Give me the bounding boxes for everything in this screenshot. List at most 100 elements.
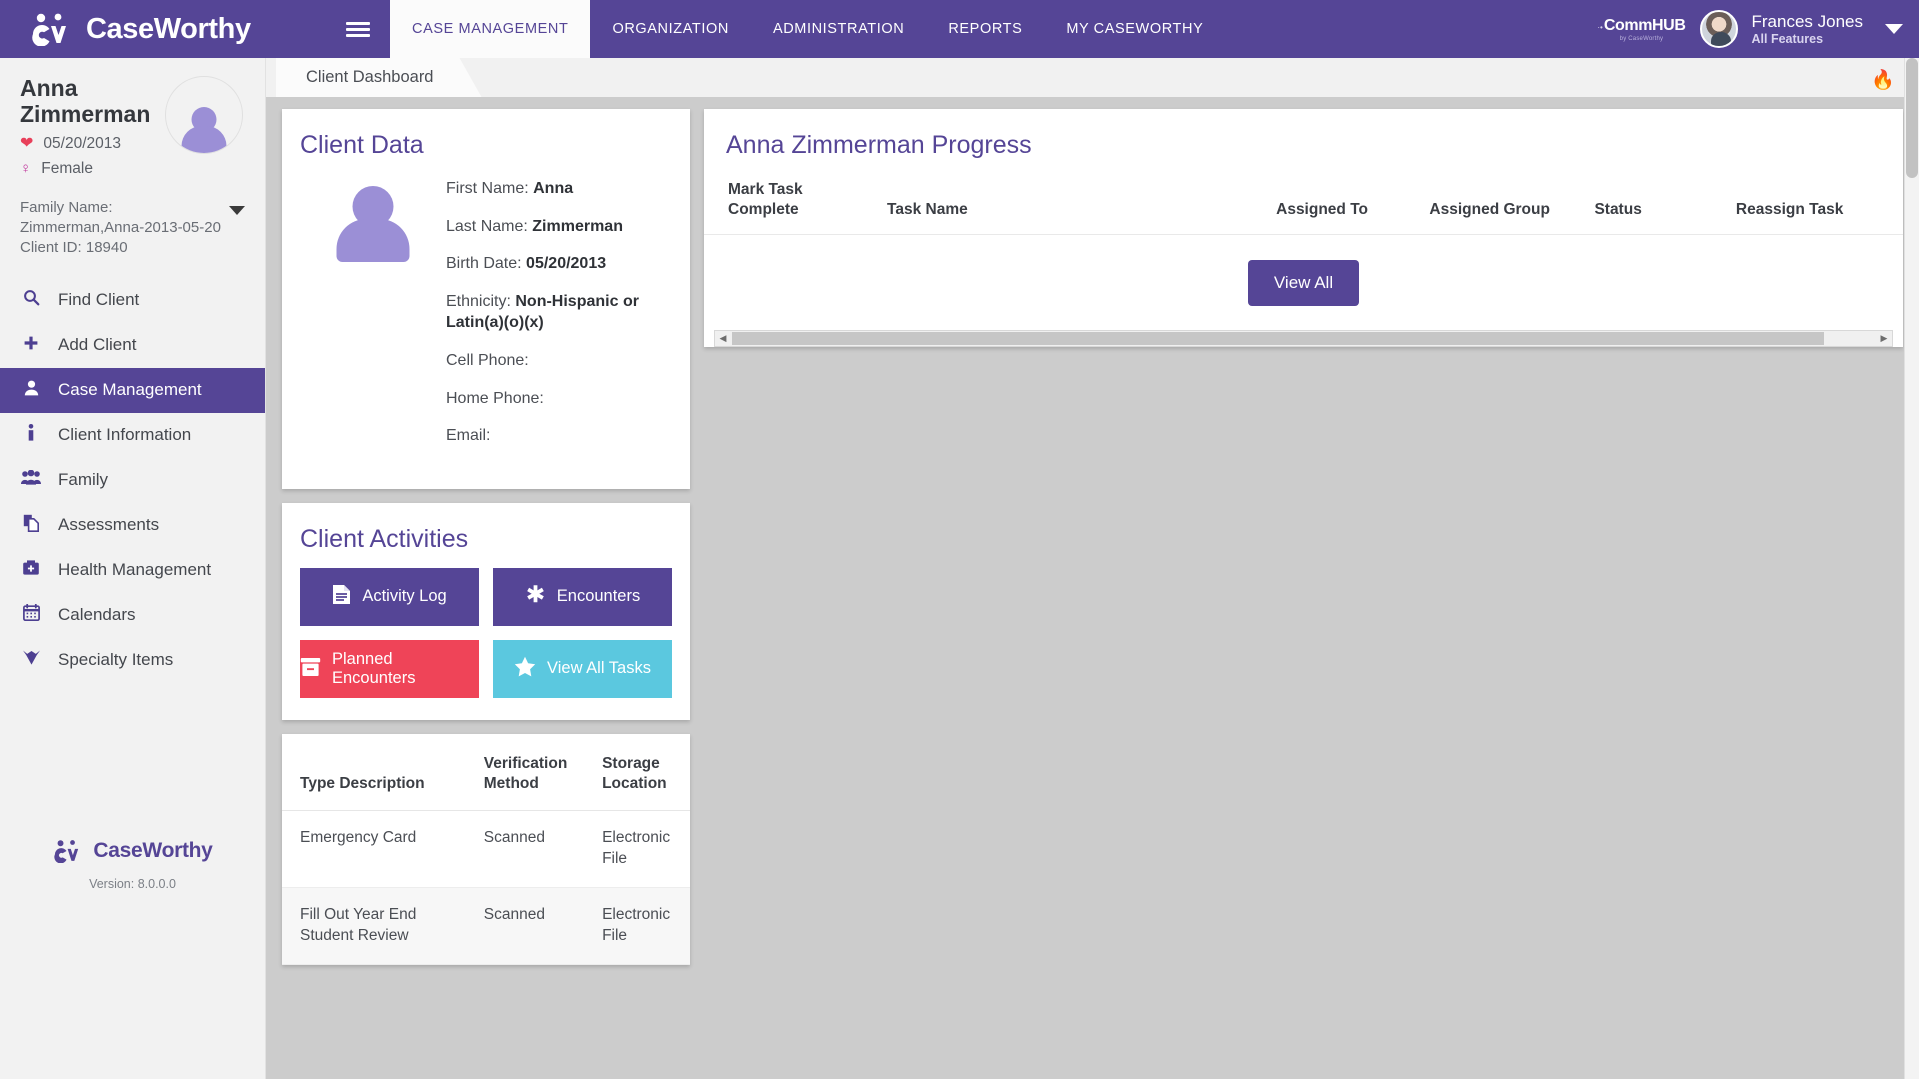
sidebar-footer: CaseWorthy Version: 8.0.0.0 [0,839,265,891]
field-label: Email: [446,427,490,444]
field-label: Home Phone: [446,390,544,407]
sidebar-item-calendars[interactable]: Calendars [0,593,265,638]
flame-icon[interactable]: 🔥 [1871,68,1895,92]
horizontal-scrollbar[interactable]: ◀ ▶ [714,330,1893,347]
family-name-label: Family Name: [20,198,245,218]
documents-table: Type Description Verification Method Sto… [282,734,690,965]
progress-table: Mark Task Complete Task Name Assigned To… [714,166,1893,234]
client-gender: Female [41,160,93,178]
activity-log-label: Activity Log [362,587,446,606]
column-header-type-description[interactable]: Type Description [282,734,474,811]
star-icon [514,656,536,681]
triangle-right-icon[interactable]: ▶ [1876,333,1892,344]
sidebar-item-case-management[interactable]: Case Management [0,368,265,413]
caseworthy-logo-icon [52,839,86,863]
family-name-value: Zimmerman,Anna-2013-05-20 [20,218,245,238]
table-header-row: Type Description Verification Method Sto… [282,734,690,811]
main-nav-tabs: CASE MANAGEMENT ORGANIZATION ADMINISTRAT… [390,0,1225,58]
tab-case-management[interactable]: CASE MANAGEMENT [390,0,590,58]
tab-reports[interactable]: REPORTS [926,0,1044,58]
medical-kit-icon [20,559,42,581]
column-header-verification-method[interactable]: Verification Method [474,734,592,811]
brand-name: CaseWorthy [86,13,251,46]
user-role: All Features [1752,32,1864,46]
chevron-down-icon[interactable] [229,206,245,215]
column-header-storage-location[interactable]: Storage Location [592,734,690,811]
footer-logo-text: CaseWorthy [93,839,212,863]
page-vertical-scrollbar[interactable] [1904,58,1919,1079]
client-data-photo [300,170,446,463]
encounters-button[interactable]: Encounters [493,568,672,626]
tab-my-caseworthy[interactable]: MY CASEWORTHY [1044,0,1225,58]
cell-verification-method: Scanned [474,887,592,964]
scrollbar-thumb[interactable] [1906,58,1918,178]
person-avatar-icon [333,184,413,262]
field-label: Last Name: [446,218,528,235]
avatar[interactable] [1700,10,1738,48]
breadcrumb[interactable]: Client Dashboard [276,58,482,97]
field-label: Ethnicity: [446,293,511,310]
sidebar-item-add-client[interactable]: Add Client [0,323,265,368]
sidebar-item-health-management[interactable]: Health Management [0,548,265,593]
sidebar-item-label: Assessments [58,515,159,535]
sidebar-item-specialty-items[interactable]: Specialty Items [0,638,265,683]
app-version: Version: 8.0.0.0 [0,877,265,891]
progress-table-body: View All [704,234,1903,330]
cell-storage-location: Electronic File [592,811,690,888]
family-info-block: Family Name: Zimmerman,Anna-2013-05-20 C… [0,184,265,258]
client-avatar[interactable] [165,76,243,154]
documents-icon [20,514,42,537]
female-icon: ♀ [20,161,31,176]
column-header-assigned-group[interactable]: Assigned Group [1421,166,1586,234]
field-email: Email: [446,425,672,447]
sidebar-item-label: Add Client [58,335,136,355]
client-id: Client ID: 18940 [20,238,245,258]
top-navigation-bar: CaseWorthy CASE MANAGEMENT ORGANIZATION … [0,0,1919,58]
planned-encounters-button[interactable]: Planned Encounters [300,640,479,698]
table-row[interactable]: Fill Out Year End Student Review Scanned… [282,887,690,964]
footer-logo: CaseWorthy [52,839,212,863]
search-icon [20,289,42,311]
column-header-assigned-to[interactable]: Assigned To [1268,166,1421,234]
field-home-phone: Home Phone: [446,388,672,410]
client-summary-header: Anna Zimmerman ❤ 05/20/2013 ♀ Female [0,58,265,184]
tab-organization[interactable]: ORGANIZATION [590,0,751,58]
hamburger-menu-icon[interactable] [330,0,386,58]
sidebar-item-label: Family [58,470,108,490]
sidebar-item-assessments[interactable]: Assessments [0,503,265,548]
triangle-left-icon[interactable]: ◀ [715,333,731,344]
top-right-user-area: ·• CommHUB by CaseWorthy Frances Jones A… [1597,0,1919,58]
breadcrumb-bar: Client Dashboard 🔥 [266,58,1919,97]
activity-log-button[interactable]: Activity Log [300,568,479,626]
client-gender-row: ♀ Female [20,160,245,178]
commhub-prefix-icon: ·• [1597,23,1602,32]
user-info[interactable]: Frances Jones All Features [1752,12,1864,45]
tab-administration[interactable]: ADMINISTRATION [751,0,926,58]
sidebar-item-label: Specialty Items [58,650,173,670]
field-label: Cell Phone: [446,352,529,369]
sidebar-item-find-client[interactable]: Find Client [0,278,265,323]
chevron-down-icon[interactable] [1885,24,1903,34]
field-value: Anna [533,180,573,197]
field-first-name: First Name: Anna [446,178,672,200]
column-header-mark-task-complete[interactable]: Mark Task Complete [714,166,879,234]
scrollbar-thumb[interactable] [732,332,1824,345]
view-all-button[interactable]: View All [1248,260,1359,306]
column-header-task-name[interactable]: Task Name [879,166,1268,234]
users-group-icon [20,470,42,490]
brand-logo-area[interactable]: CaseWorthy [0,0,330,58]
plus-icon [20,335,42,356]
field-value: 05/20/2013 [526,255,606,272]
view-all-tasks-button[interactable]: View All Tasks [493,640,672,698]
sidebar-item-client-information[interactable]: Client Information [0,413,265,458]
table-row[interactable]: Emergency Card Scanned Electronic File [282,811,690,888]
table-header-row: Mark Task Complete Task Name Assigned To… [714,166,1893,234]
progress-title: Anna Zimmerman Progress [704,109,1903,166]
commhub-logo[interactable]: ·• CommHUB by CaseWorthy [1597,17,1685,42]
column-header-reassign-task[interactable]: Reassign Task [1728,166,1893,234]
column-header-status[interactable]: Status [1586,166,1727,234]
sidebar-item-family[interactable]: Family [0,458,265,503]
cell-storage-location: Electronic File [592,887,690,964]
commhub-name: CommHUB [1604,17,1686,35]
client-activities-title: Client Activities [282,503,690,558]
